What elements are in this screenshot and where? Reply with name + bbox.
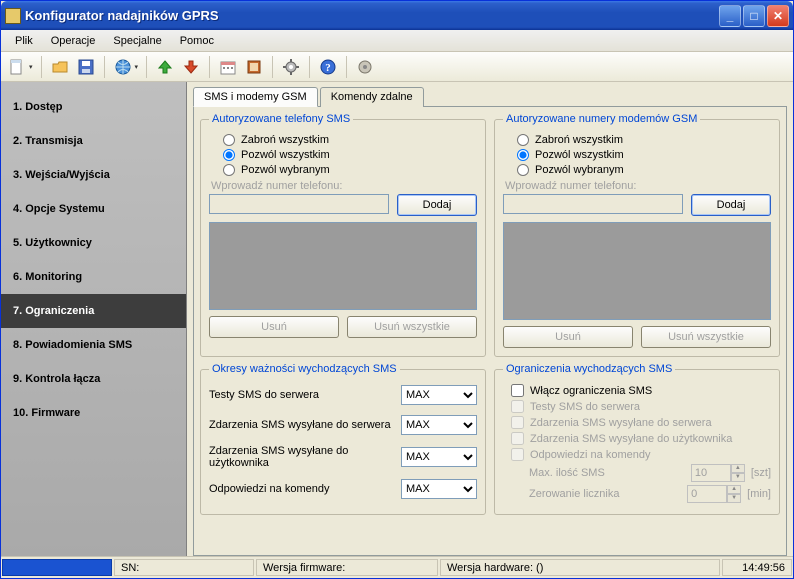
sms-remove-button[interactable]: Usuń [209, 316, 339, 338]
period-responses-label: Odpowiedzi na komendy [209, 483, 395, 495]
sidebar-item-io[interactable]: 3. Wejścia/Wyjścia [1, 158, 186, 192]
max-sms-unit: [szt] [751, 467, 771, 479]
group-auth-sms: Autoryzowane telefony SMS Zabroń wszystk… [200, 113, 486, 357]
gsm-remove-all-button[interactable]: Usuń wszystkie [641, 326, 771, 348]
sidebar-item-sms-notifications[interactable]: 8. Powiadomienia SMS [1, 328, 186, 362]
menu-operations[interactable]: Operacje [43, 32, 104, 50]
open-icon[interactable] [50, 57, 70, 77]
book-icon[interactable] [244, 57, 264, 77]
radio-gsm-allow-selected[interactable]: Pozwól wybranym [517, 164, 771, 176]
group-validity-periods-legend: Okresy ważności wychodzących SMS [209, 363, 400, 375]
status-time: 14:49:56 [722, 559, 792, 576]
max-sms-spinner[interactable]: ▲▼ [691, 464, 745, 482]
tab-panel: Autoryzowane telefony SMS Zabroń wszystk… [193, 106, 787, 556]
minimize-button[interactable]: _ [719, 5, 741, 27]
reset-counter-spinner[interactable]: ▲▼ [687, 485, 741, 503]
sidebar: 1. Dostęp 2. Transmisja 3. Wejścia/Wyjśc… [1, 82, 187, 556]
group-auth-sms-legend: Autoryzowane telefony SMS [209, 113, 353, 125]
sms-remove-all-button[interactable]: Usuń wszystkie [347, 316, 477, 338]
period-events-user-select[interactable]: MAX [401, 447, 477, 467]
gsm-add-button[interactable]: Dodaj [691, 194, 771, 216]
app-icon [5, 8, 21, 24]
toolbar: ▾ ▾ ? [1, 52, 793, 82]
radio-gsm-deny-all[interactable]: Zabroń wszystkim [517, 134, 771, 146]
gsm-phone-label: Wprowadź numer telefonu: [505, 180, 771, 192]
status-connection [2, 559, 112, 576]
reset-counter-label: Zerowanie licznika [529, 488, 681, 500]
menu-special[interactable]: Specjalne [105, 32, 169, 50]
device-icon[interactable] [355, 57, 375, 77]
statusbar: SN: Wersja firmware: Wersja hardware: ()… [1, 556, 793, 578]
check-limit-events-server[interactable]: Zdarzenia SMS wysyłane do serwera [511, 416, 771, 429]
sidebar-item-system-options[interactable]: 4. Opcje Systemu [1, 192, 186, 226]
period-events-user-label: Zdarzenia SMS wysyłane do użytkownika [209, 445, 395, 469]
check-limit-responses[interactable]: Odpowiedzi na komendy [511, 448, 771, 461]
status-hardware: Wersja hardware: () [440, 559, 720, 576]
sidebar-item-restrictions[interactable]: 7. Ograniczenia [1, 294, 186, 328]
menu-help[interactable]: Pomoc [172, 32, 222, 50]
window-title: Konfigurator nadajników GPRS [25, 8, 717, 23]
group-outgoing-limits: Ograniczenia wychodzących SMS Włącz ogra… [494, 363, 780, 515]
close-button[interactable]: ✕ [767, 5, 789, 27]
group-validity-periods: Okresy ważności wychodzących SMS Testy S… [200, 363, 486, 515]
status-sn: SN: [114, 559, 254, 576]
maximize-button[interactable]: □ [743, 5, 765, 27]
max-sms-label: Max. ilość SMS [529, 467, 685, 479]
new-icon[interactable] [7, 57, 27, 77]
check-limit-tests[interactable]: Testy SMS do serwera [511, 400, 771, 413]
radio-sms-deny-all[interactable]: Zabroń wszystkim [223, 134, 477, 146]
chevron-down-icon[interactable]: ▾ [29, 63, 33, 71]
status-firmware: Wersja firmware: [256, 559, 438, 576]
period-events-server-label: Zdarzenia SMS wysyłane do serwera [209, 419, 395, 431]
group-auth-gsm: Autoryzowane numery modemów GSM Zabroń w… [494, 113, 780, 357]
check-enable-limits[interactable]: Włącz ograniczenia SMS [511, 384, 771, 397]
sidebar-item-firmware[interactable]: 10. Firmware [1, 396, 186, 430]
sms-phone-list[interactable] [209, 222, 477, 310]
radio-gsm-allow-all[interactable]: Pozwól wszystkim [517, 149, 771, 161]
gsm-remove-button[interactable]: Usuń [503, 326, 633, 348]
radio-sms-allow-selected[interactable]: Pozwól wybranym [223, 164, 477, 176]
content-area: SMS i modemy GSM Komendy zdalne Autoryzo… [187, 82, 793, 556]
arrow-up-icon[interactable] [155, 57, 175, 77]
menubar: Plik Operacje Specjalne Pomoc [1, 30, 793, 52]
gear-icon[interactable] [281, 57, 301, 77]
check-limit-events-user[interactable]: Zdarzenia SMS wysyłane do użytkownika [511, 432, 771, 445]
tab-sms-modems[interactable]: SMS i modemy GSM [193, 87, 318, 107]
globe-icon[interactable] [113, 57, 133, 77]
sidebar-item-users[interactable]: 5. Użytkownicy [1, 226, 186, 260]
svg-text:?: ? [325, 62, 331, 74]
period-tests-select[interactable]: MAX [401, 385, 477, 405]
help-icon[interactable]: ? [318, 57, 338, 77]
gsm-phone-input[interactable] [503, 194, 683, 214]
app-window: Konfigurator nadajników GPRS _ □ ✕ Plik … [0, 0, 794, 579]
sms-phone-input[interactable] [209, 194, 389, 214]
sidebar-item-monitoring[interactable]: 6. Monitoring [1, 260, 186, 294]
gsm-phone-list[interactable] [503, 222, 771, 320]
tab-remote-commands[interactable]: Komendy zdalne [320, 87, 424, 107]
group-auth-gsm-legend: Autoryzowane numery modemów GSM [503, 113, 700, 125]
calendar-icon[interactable] [218, 57, 238, 77]
sidebar-item-access[interactable]: 1. Dostęp [1, 90, 186, 124]
sms-phone-label: Wprowadź numer telefonu: [211, 180, 477, 192]
tabs: SMS i modemy GSM Komendy zdalne [193, 87, 787, 107]
reset-counter-unit: [min] [747, 488, 771, 500]
chevron-down-icon[interactable]: ▾ [135, 63, 139, 71]
period-responses-select[interactable]: MAX [401, 479, 477, 499]
sidebar-item-link-control[interactable]: 9. Kontrola łącza [1, 362, 186, 396]
radio-sms-allow-all[interactable]: Pozwól wszystkim [223, 149, 477, 161]
titlebar: Konfigurator nadajników GPRS _ □ ✕ [1, 1, 793, 30]
period-tests-label: Testy SMS do serwera [209, 389, 395, 401]
arrow-down-icon[interactable] [181, 57, 201, 77]
sidebar-item-transmission[interactable]: 2. Transmisja [1, 124, 186, 158]
sms-add-button[interactable]: Dodaj [397, 194, 477, 216]
save-icon[interactable] [76, 57, 96, 77]
group-outgoing-limits-legend: Ograniczenia wychodzących SMS [503, 363, 675, 375]
period-events-server-select[interactable]: MAX [401, 415, 477, 435]
menu-file[interactable]: Plik [7, 32, 41, 50]
